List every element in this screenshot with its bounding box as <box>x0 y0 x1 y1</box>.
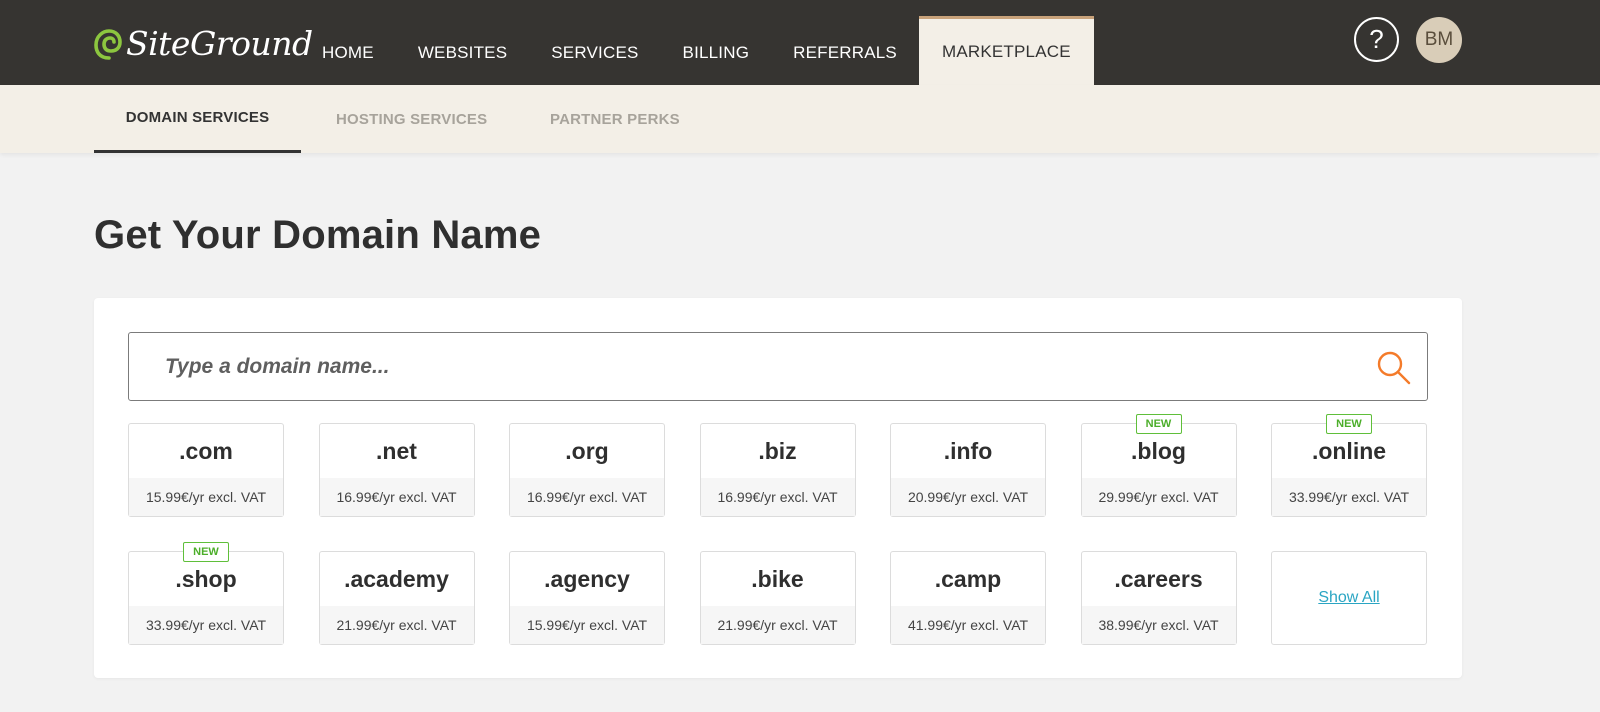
main-nav: HOME WEBSITES SERVICES BILLING REFERRALS… <box>300 0 1094 85</box>
tld-price: 20.99€/yr excl. VAT <box>891 478 1045 516</box>
tld-price: 33.99€/yr excl. VAT <box>1272 478 1426 516</box>
tld-card-academy[interactable]: .academy 21.99€/yr excl. VAT <box>318 551 475 645</box>
tab-hosting-services[interactable]: HOSTING SERVICES <box>336 85 487 153</box>
tld-name: .blog <box>1131 438 1186 464</box>
domain-search-box <box>128 332 1428 401</box>
tld-price: 15.99€/yr excl. VAT <box>129 478 283 516</box>
nav-item-home[interactable]: HOME <box>300 0 396 85</box>
tld-name: .info <box>943 438 993 464</box>
tld-price: 33.99€/yr excl. VAT <box>129 606 283 644</box>
tld-price: 15.99€/yr excl. VAT <box>510 606 664 644</box>
tld-price: 29.99€/yr excl. VAT <box>1081 478 1236 516</box>
user-avatar[interactable]: BM <box>1416 17 1462 63</box>
siteground-logo[interactable]: SiteGround <box>94 22 313 64</box>
tab-partner-perks[interactable]: PARTNER PERKS <box>550 85 680 153</box>
new-badge: NEW <box>1135 414 1182 434</box>
tld-name: .careers <box>1114 566 1203 592</box>
help-button[interactable]: ? <box>1354 17 1399 62</box>
tld-card-bike[interactable]: .bike 21.99€/yr excl. VAT <box>699 551 856 645</box>
nav-item-websites[interactable]: WEBSITES <box>396 0 529 85</box>
tld-card-biz[interactable]: .biz 16.99€/yr excl. VAT <box>699 423 856 517</box>
tld-card-com[interactable]: .com 15.99€/yr excl. VAT <box>128 423 284 517</box>
tld-name: .camp <box>934 566 1002 592</box>
tld-card-agency[interactable]: .agency 15.99€/yr excl. VAT <box>509 551 665 645</box>
tld-card-camp[interactable]: .camp 41.99€/yr excl. VAT <box>890 551 1046 645</box>
tab-domain-services[interactable]: DOMAIN SERVICES <box>94 85 301 153</box>
siteground-swirl-icon <box>94 25 124 61</box>
tld-card-org[interactable]: .org 16.99€/yr excl. VAT <box>509 423 665 517</box>
tld-name: .bike <box>751 566 804 592</box>
nav-item-billing[interactable]: BILLING <box>661 0 772 85</box>
tld-price: 38.99€/yr excl. VAT <box>1081 606 1236 644</box>
nav-item-services[interactable]: SERVICES <box>529 0 660 85</box>
domain-search-input[interactable] <box>129 333 1349 400</box>
new-badge: NEW <box>183 542 229 562</box>
question-icon: ? <box>1369 24 1384 54</box>
tld-name: .net <box>376 438 417 464</box>
tld-name: .org <box>565 438 609 464</box>
brand-name: SiteGround <box>126 23 313 63</box>
nav-item-referrals[interactable]: REFERRALS <box>771 0 919 85</box>
domain-search-card: .com 15.99€/yr excl. VAT .net 16.99€/yr … <box>94 298 1462 678</box>
tld-price: 16.99€/yr excl. VAT <box>510 478 664 516</box>
tld-price: 21.99€/yr excl. VAT <box>319 606 474 644</box>
tld-card-net[interactable]: .net 16.99€/yr excl. VAT <box>318 423 475 517</box>
sub-navigation-bar: DOMAIN SERVICES HOSTING SERVICES PARTNER… <box>0 85 1600 153</box>
tld-price: 21.99€/yr excl. VAT <box>700 606 855 644</box>
search-icon[interactable] <box>1375 349 1413 387</box>
tld-name: .agency <box>544 566 630 592</box>
tld-name: .shop <box>175 566 237 592</box>
top-navigation-bar: SiteGround HOME WEBSITES SERVICES BILLIN… <box>0 0 1600 85</box>
tld-card-blog[interactable]: NEW .blog 29.99€/yr excl. VAT <box>1080 414 1237 517</box>
new-badge: NEW <box>1326 414 1372 434</box>
tld-card-careers[interactable]: .careers 38.99€/yr excl. VAT <box>1080 551 1237 645</box>
page-title: Get Your Domain Name <box>94 213 542 257</box>
show-all-tile: Show All <box>1271 551 1427 645</box>
tld-card-shop[interactable]: NEW .shop 33.99€/yr excl. VAT <box>128 542 284 645</box>
nav-item-marketplace[interactable]: MARKETPLACE <box>918 16 1094 85</box>
tld-price: 41.99€/yr excl. VAT <box>891 606 1045 644</box>
tld-name: .com <box>179 438 233 464</box>
tld-card-online[interactable]: NEW .online 33.99€/yr excl. VAT <box>1271 414 1427 517</box>
tld-price: 16.99€/yr excl. VAT <box>319 478 474 516</box>
tld-price: 16.99€/yr excl. VAT <box>700 478 855 516</box>
tld-name: .online <box>1311 438 1387 464</box>
tld-name: .academy <box>344 566 449 592</box>
tld-card-info[interactable]: .info 20.99€/yr excl. VAT <box>890 423 1046 517</box>
show-all-link[interactable]: Show All <box>1318 589 1379 607</box>
tld-name: .biz <box>758 438 797 464</box>
